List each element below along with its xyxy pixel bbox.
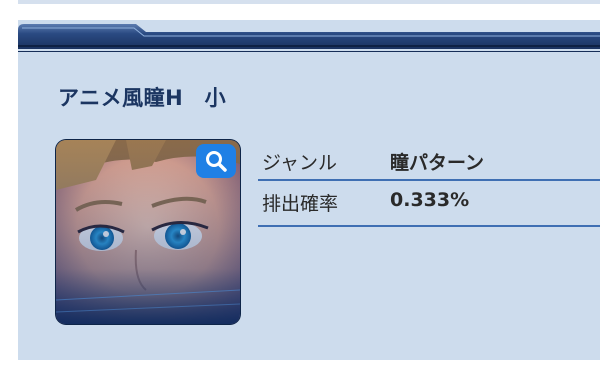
drop-rate-value: 0.333%: [390, 189, 470, 211]
item-detail-panel: アニメ風瞳H 小 ジャンル 瞳パターン 排出確率 0.333%: [18, 20, 600, 360]
magnifier-icon: [206, 151, 227, 172]
genre-value: 瞳パターン: [390, 152, 485, 174]
item-thumbnail[interactable]: [56, 140, 240, 324]
panel-header-bar: [18, 20, 600, 52]
item-title: アニメ風瞳H 小: [58, 86, 227, 110]
drop-rate-label: 排出確率: [262, 193, 339, 215]
zoom-button[interactable]: [196, 144, 236, 178]
genre-label: ジャンル: [262, 152, 338, 174]
top-divider: [18, 0, 600, 4]
item-details-table: ジャンル 瞳パターン 排出確率 0.333%: [258, 140, 600, 227]
details-row-drop-rate: 排出確率 0.333%: [258, 181, 600, 227]
details-row-genre: ジャンル 瞳パターン: [258, 140, 600, 181]
